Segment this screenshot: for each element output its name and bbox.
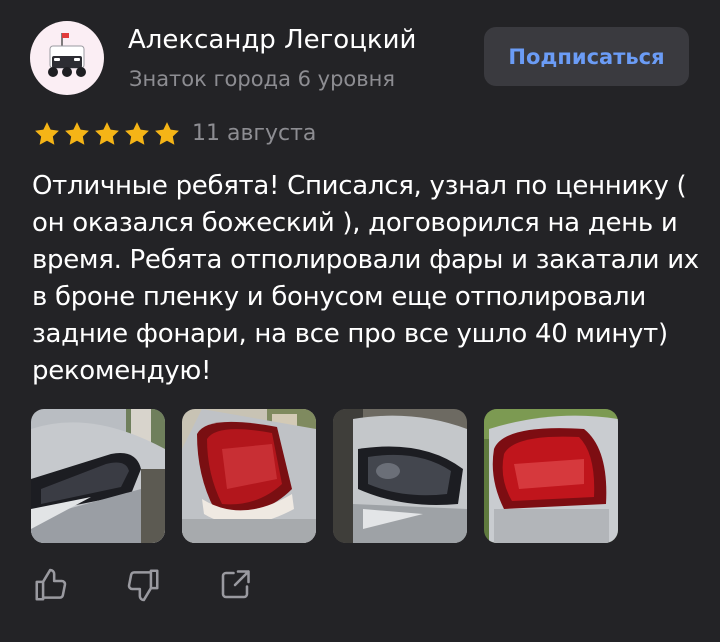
review-actions — [31, 565, 255, 605]
star-icon — [125, 122, 149, 145]
star-icon — [35, 122, 59, 145]
tail-light-photo — [484, 409, 618, 543]
review-photo[interactable] — [182, 409, 316, 543]
tail-light-photo — [182, 409, 316, 543]
thumbs-down-icon — [127, 569, 159, 602]
avatar[interactable] — [30, 21, 104, 95]
delivery-robot-icon — [48, 33, 86, 77]
star-icon — [95, 122, 119, 145]
subscribe-button[interactable]: Подписаться — [484, 27, 689, 86]
photo-gallery — [31, 409, 618, 543]
like-button[interactable] — [31, 565, 71, 605]
review-date: 11 августа — [192, 121, 317, 146]
author-name[interactable]: Александр Легоцкий — [128, 23, 416, 57]
dislike-button[interactable] — [123, 565, 163, 605]
author-level: Знаток города 6 уровня — [129, 67, 396, 91]
review-card: Александр Легоцкий Знаток города 6 уровн… — [0, 0, 720, 642]
share-icon — [221, 570, 250, 599]
review-photo[interactable] — [31, 409, 165, 543]
rating-stars — [33, 120, 181, 148]
review-text: Отличные ребята! Списался, узнал по ценн… — [32, 171, 699, 386]
review-photo[interactable] — [484, 409, 618, 543]
review-photo[interactable] — [333, 409, 467, 543]
star-icon — [155, 122, 179, 145]
star-icon — [65, 122, 89, 145]
headlight-photo — [31, 409, 165, 543]
thumbs-up-icon — [35, 568, 67, 601]
headlight-photo — [333, 409, 467, 543]
share-button[interactable] — [215, 565, 255, 605]
